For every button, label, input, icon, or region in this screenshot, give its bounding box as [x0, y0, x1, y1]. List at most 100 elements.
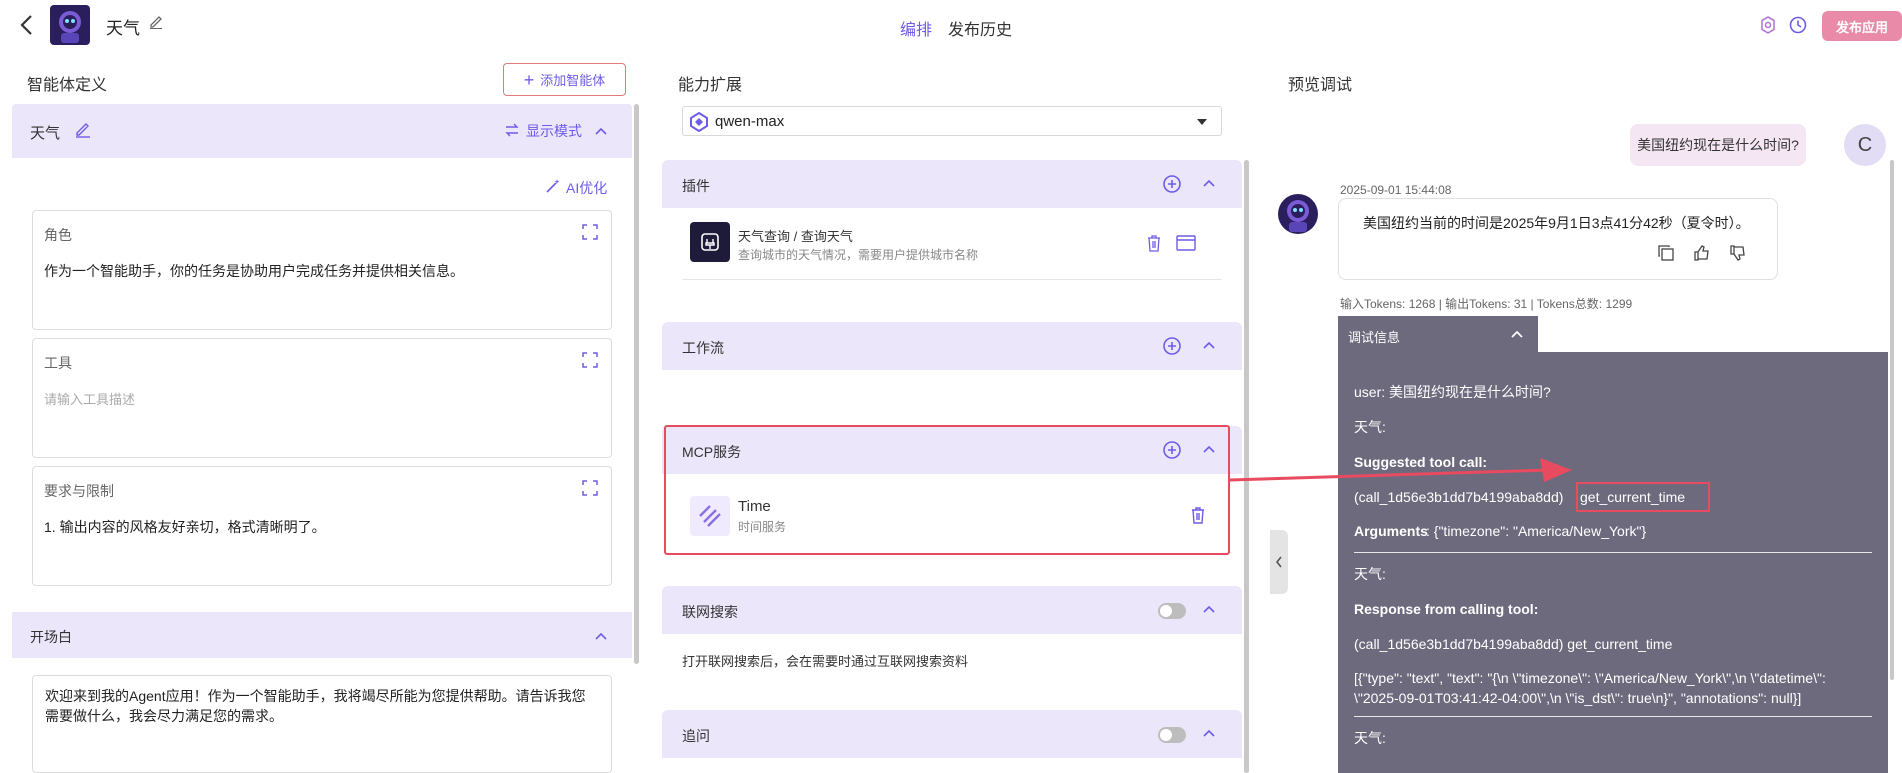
agent-definition-title: 智能体定义 — [27, 77, 108, 94]
chevron-up-icon[interactable] — [594, 628, 608, 644]
debug-user-line: user: 美国纽约现在是什么时间? — [1354, 384, 1551, 400]
back-arrow-icon[interactable] — [14, 12, 38, 38]
debug-response-json-2: \"2025-09-01T03:41:42-04:00\",\n \"is_ds… — [1354, 690, 1802, 706]
bot-message-text: 美国纽约当前的时间是2025年9月1日3点41分42秒（夏令时）。 — [1363, 215, 1750, 231]
edit-agent-name-icon[interactable] — [74, 120, 92, 141]
history-icon[interactable] — [1788, 15, 1808, 38]
tools-placeholder: 请输入工具描述 — [44, 392, 136, 407]
caret-down-icon — [1197, 119, 1207, 125]
swap-icon — [504, 123, 520, 140]
debug-response-json-1: [{"type": "text", "text": "{\n \"timezon… — [1354, 670, 1826, 686]
chevron-up-icon[interactable] — [1202, 601, 1216, 617]
app-title: 天气 — [106, 19, 140, 38]
web-search-title: 联网搜索 — [682, 604, 738, 620]
collapse-panel-handle[interactable] — [1270, 530, 1288, 594]
debug-agent-line: 天气: — [1354, 419, 1386, 435]
opening-title: 开场白 — [30, 629, 72, 645]
middle-scrollbar[interactable] — [1244, 160, 1249, 773]
right-scrollbar[interactable] — [1890, 160, 1894, 680]
plugins-title: 插件 — [682, 178, 710, 194]
debug-response-label: Response from calling tool: — [1354, 601, 1539, 617]
debug-info-title: 调试信息 — [1348, 330, 1401, 345]
function-highlight-box — [1576, 482, 1710, 512]
agent-card-header: 天气 显示模式 — [12, 104, 632, 158]
followup-toggle[interactable] — [1158, 727, 1186, 743]
expand-icon[interactable] — [581, 479, 599, 500]
workflow-section: 工作流 — [662, 322, 1242, 414]
app-avatar — [50, 5, 90, 45]
tools-label: 工具 — [44, 355, 72, 371]
debug-info-tab[interactable]: 调试信息 — [1338, 316, 1538, 352]
chevron-up-icon — [1510, 327, 1524, 342]
requirements-value: 1. 输出内容的风格友好亲切，格式清晰明了。 — [44, 519, 326, 535]
agent-name: 天气 — [30, 125, 61, 142]
mcp-highlight-box — [664, 425, 1230, 555]
debug-panel: user: 美国纽约现在是什么时间? 天气: Suggested tool ca… — [1338, 352, 1888, 773]
plugins-section: 插件 天气查询 / 查询天气 查询城市的天气情况，需要用户提供城市名称 — [662, 160, 1242, 314]
plugin-item[interactable]: 天气查询 / 查询天气 查询城市的天气情况，需要用户提供城市名称 — [682, 220, 1222, 280]
plus-icon: + — [523, 69, 535, 90]
model-name: qwen-max — [715, 113, 785, 130]
plugin-name: 天气查询 / 查询天气 — [738, 229, 853, 244]
web-search-header: 联网搜索 — [662, 586, 1242, 634]
expand-icon[interactable] — [581, 223, 599, 244]
role-field[interactable]: 角色 作为一个智能助手，你的任务是协助用户完成任务并提供相关信息。 — [32, 210, 612, 330]
delete-plugin-icon[interactable] — [1146, 234, 1162, 255]
tools-field[interactable]: 工具 请输入工具描述 — [32, 338, 612, 458]
opening-text[interactable]: 欢迎来到我的Agent应用！作为一个智能助手，我将竭尽所能为您提供帮助。请告诉我… — [32, 675, 612, 773]
model-select[interactable]: qwen-max — [682, 106, 1222, 136]
debug-suggested-label: Suggested tool call: — [1354, 454, 1488, 470]
chevron-up-icon[interactable] — [1202, 337, 1216, 353]
workflow-title: 工作流 — [682, 340, 724, 356]
bot-avatar — [1278, 194, 1318, 234]
divider — [1354, 716, 1872, 717]
plugin-desc: 查询城市的天气情况，需要用户提供城市名称 — [738, 248, 979, 262]
user-message: 美国纽约现在是什么时间? — [1630, 124, 1806, 166]
web-search-section: 联网搜索 打开联网搜索后，会在需要时通过互联网搜索资料 — [662, 586, 1242, 698]
message-actions — [1657, 244, 1747, 265]
chevron-up-icon[interactable] — [1202, 725, 1216, 741]
magic-wand-icon — [544, 177, 562, 198]
divider — [1354, 552, 1872, 553]
qwen-logo-icon — [689, 111, 709, 135]
plugin-weather-icon — [690, 222, 730, 262]
top-bar: 天气 编排 发布历史 发布应用 — [0, 0, 1902, 50]
tab-orchestrate[interactable]: 编排 — [900, 16, 932, 40]
followup-section: 追问 — [662, 710, 1242, 773]
add-agent-button[interactable]: + 添加智能体 — [503, 63, 626, 96]
thumbs-up-icon[interactable] — [1693, 244, 1711, 265]
preview-debug-title: 预览调试 — [1288, 77, 1353, 94]
edit-title-icon[interactable] — [148, 13, 164, 32]
role-label: 角色 — [44, 227, 72, 243]
debug-agent-line: 天气: — [1354, 566, 1386, 582]
window-icon[interactable] — [1176, 235, 1196, 254]
add-plugin-icon[interactable] — [1162, 174, 1182, 197]
requirements-field[interactable]: 要求与限制 1. 输出内容的风格友好亲切，格式清晰明了。 — [32, 466, 612, 586]
debug-response-call: (call_1d56e3b1dd7b4199aba8dd) get_curren… — [1354, 636, 1673, 652]
workflow-header: 工作流 — [662, 322, 1242, 370]
web-search-toggle[interactable] — [1158, 603, 1186, 619]
followup-header: 追问 — [662, 710, 1242, 758]
token-usage: 输入Tokens: 1268 | 输出Tokens: 31 | Tokens总数… — [1340, 297, 1633, 311]
add-workflow-icon[interactable] — [1162, 336, 1182, 359]
settings-icon[interactable] — [1758, 15, 1778, 38]
followup-title: 追问 — [682, 728, 710, 744]
bot-message: 美国纽约当前的时间是2025年9月1日3点41分42秒（夏令时）。 — [1338, 198, 1778, 280]
debug-call-id: (call_1d56e3b1dd7b4199aba8dd) — [1354, 489, 1564, 505]
opening-header: 开场白 — [12, 612, 632, 658]
chevron-up-icon — [594, 123, 608, 139]
debug-agent-line: 天气: — [1354, 730, 1386, 746]
user-avatar: C — [1844, 124, 1886, 166]
chevron-up-icon[interactable] — [1202, 175, 1216, 191]
left-scrollbar[interactable] — [634, 104, 639, 664]
role-value: 作为一个智能助手，你的任务是协助用户完成任务并提供相关信息。 — [44, 263, 464, 279]
tab-publish-history[interactable]: 发布历史 — [948, 16, 1012, 40]
debug-arguments-label: Arguments — [1354, 523, 1428, 539]
expand-icon[interactable] — [581, 351, 599, 372]
thumbs-down-icon[interactable] — [1729, 244, 1747, 265]
publish-app-button[interactable]: 发布应用 — [1822, 11, 1902, 41]
copy-icon[interactable] — [1657, 244, 1675, 265]
display-mode-toggle[interactable]: 显示模式 — [504, 121, 608, 141]
ai-optimize-button[interactable]: AI优化 — [544, 177, 607, 198]
message-timestamp: 2025-09-01 15:44:08 — [1340, 183, 1452, 197]
